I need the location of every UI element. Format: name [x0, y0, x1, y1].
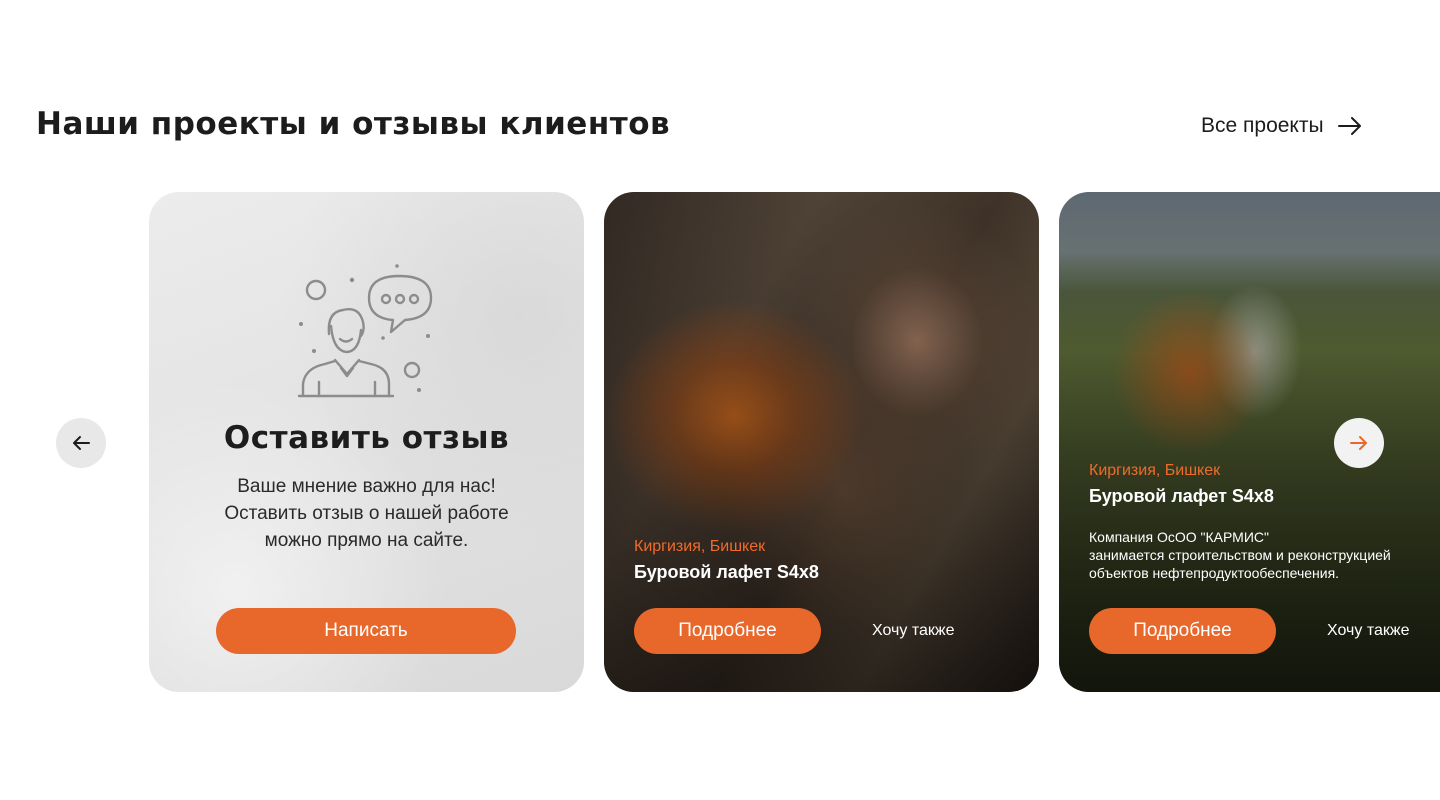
carousel-next-button[interactable]: [1334, 418, 1384, 468]
project-details-button[interactable]: Подробнее: [1089, 608, 1276, 654]
review-text-line: можно прямо на сайте.: [264, 530, 469, 551]
all-projects-label: Все проекты: [1201, 114, 1324, 137]
project-details-button[interactable]: Подробнее: [634, 608, 821, 654]
want-same-link[interactable]: Хочу также: [1327, 622, 1409, 640]
review-card: Оставить отзыв Ваше мнение важно для нас…: [149, 192, 584, 692]
project-card: Киргизия, Бишкек Буровой лафет S4x8 Подр…: [604, 192, 1039, 692]
review-text: Ваше мнение важно для нас! Оставить отзы…: [189, 473, 544, 554]
project-name: Буровой лафет S4x8: [1089, 486, 1274, 506]
project-name: Буровой лафет S4x8: [634, 562, 819, 582]
project-description-line: Компания ОсОО "КАРМИС": [1089, 529, 1269, 545]
arrow-left-icon: [73, 436, 90, 450]
project-description-line: занимается строительством и реконструкци…: [1089, 547, 1391, 563]
section-title: Наши проекты и отзывы клиентов: [36, 106, 671, 142]
project-description-line: объектов нефтепродуктообеспечения.: [1089, 565, 1340, 581]
project-region: Киргизия, Бишкек: [1089, 462, 1221, 479]
review-title: Оставить отзыв: [223, 420, 510, 456]
project-description: Компания ОсОО "КАРМИС" занимается строит…: [1089, 528, 1429, 582]
write-review-button[interactable]: Написать: [216, 608, 516, 654]
arrow-right-icon: [1337, 117, 1361, 135]
review-text-line: Ваше мнение важно для нас!: [237, 476, 496, 497]
review-text-line: Оставить отзыв о нашей работе: [224, 503, 509, 524]
carousel-prev-button[interactable]: [56, 418, 106, 468]
arrow-right-icon: [1350, 436, 1367, 450]
project-region: Киргизия, Бишкек: [634, 538, 766, 555]
all-projects-link[interactable]: Все проекты: [1201, 114, 1362, 138]
person-chat-icon: [297, 264, 433, 398]
want-same-link[interactable]: Хочу также: [872, 622, 954, 640]
